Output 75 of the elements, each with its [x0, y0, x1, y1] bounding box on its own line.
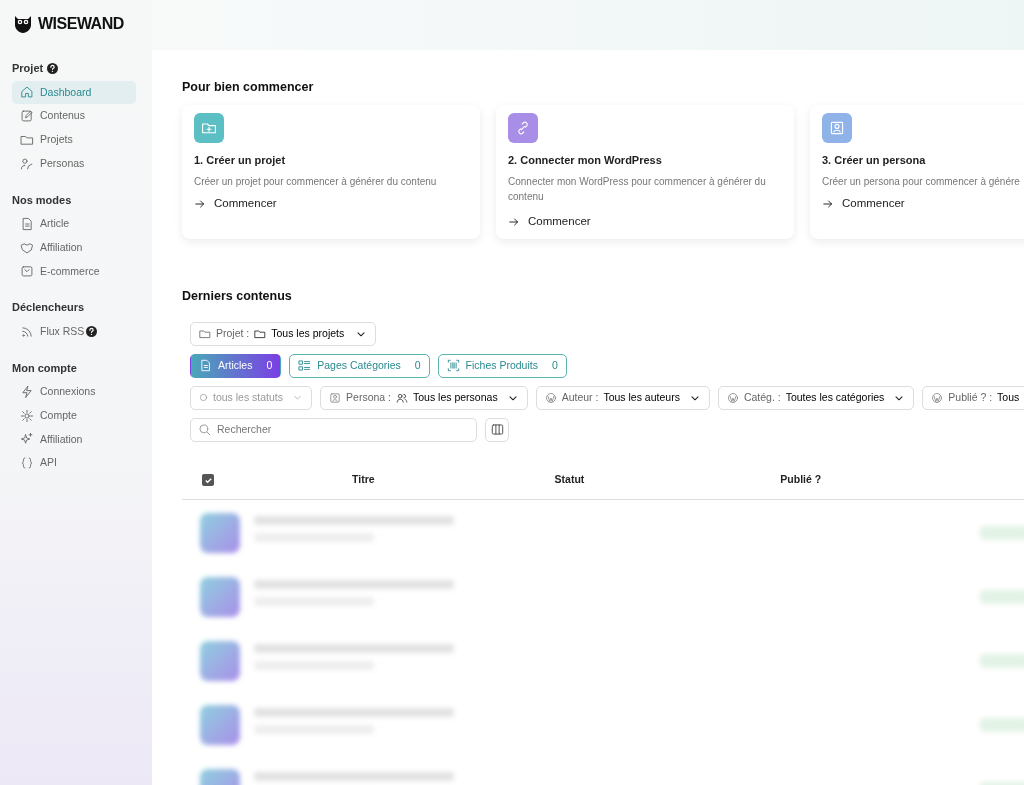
home-icon — [20, 85, 34, 100]
list-icon — [298, 359, 312, 372]
circle-icon — [199, 393, 208, 402]
blurred-thumbnail — [200, 704, 240, 745]
rss-icon — [20, 324, 34, 339]
content-type-tab[interactable]: Articles 0 — [190, 353, 282, 378]
blurred-thumbnail — [200, 640, 240, 681]
sidebar-item[interactable]: Compte — [12, 403, 136, 428]
section-title: Mon compte — [12, 360, 77, 376]
brand-name: WISEWAND — [38, 14, 124, 34]
sidebar-item[interactable]: Projets — [12, 128, 136, 152]
sidebar-item[interactable]: Article — [12, 212, 136, 236]
column-header: Titre — [352, 472, 375, 488]
card-title: 3. Créer un persona — [822, 152, 927, 168]
arrow-icon — [508, 215, 520, 228]
column-header: Statut — [554, 472, 585, 488]
project-select[interactable]: Projet : Tous les projets — [190, 321, 377, 346]
blurred-thumbnail — [200, 576, 240, 617]
people-icon — [396, 391, 408, 404]
portrait-icon — [329, 391, 342, 404]
arrow-icon — [194, 197, 206, 210]
sidebar-item[interactable]: Dashboard — [12, 80, 136, 105]
filter-select[interactable]: tous les statuts — [190, 385, 313, 410]
filter-select[interactable]: Publié ? : Tous — [922, 385, 1024, 410]
columns-button[interactable] — [485, 417, 509, 442]
card-description: Créer un persona pour commencer à génére — [822, 175, 1021, 190]
link-icon — [515, 119, 531, 136]
sidebar-item[interactable]: E-commerce — [12, 259, 136, 284]
select-all-checkbox[interactable] — [202, 474, 214, 486]
start-link[interactable]: Commencer — [194, 195, 277, 213]
blurred-status-badge — [980, 717, 1024, 732]
document-icon — [20, 216, 34, 231]
blurred-thumbnail — [200, 512, 240, 553]
bolt-icon — [20, 384, 34, 399]
sidebar-item[interactable]: Affiliation — [12, 427, 136, 452]
owl-logo-icon — [12, 15, 34, 33]
start-link[interactable]: Commencer — [822, 195, 905, 213]
braces-icon — [20, 456, 34, 471]
settings-icon — [20, 408, 34, 423]
sidebar-item[interactable]: Affiliation — [12, 235, 136, 260]
section-title: Projet — [12, 61, 44, 76]
card-title: 1. Créer un projet — [194, 152, 287, 168]
sparkle-icon — [20, 432, 34, 447]
column-header: Publié ? — [780, 472, 822, 488]
sidebar-item[interactable]: Contenus — [12, 104, 136, 128]
section-title: Déclencheurs — [12, 300, 85, 316]
section-heading: Pour bien commencer — [182, 79, 315, 96]
sidebar-item[interactable]: Connexions — [12, 380, 136, 404]
folder-icon — [254, 327, 267, 340]
filter-select[interactable]: Catég. : Toutes les catégories — [717, 385, 915, 410]
section-title: Nos modes — [12, 192, 72, 208]
section-heading: Derniers contenus — [182, 287, 293, 305]
document-icon — [199, 359, 212, 372]
sidebar-item[interactable]: Personas — [12, 151, 136, 176]
blurred-status-badge — [980, 525, 1024, 540]
sidebar-item[interactable]: Flux RSS — [12, 319, 136, 344]
blurred-status-badge — [980, 653, 1024, 668]
filter-select[interactable]: Auteur : Tous les auteurs — [535, 385, 710, 410]
columns-icon — [490, 423, 504, 436]
content-type-tab[interactable]: Pages Catégories 0 — [289, 353, 430, 378]
pencil-icon — [20, 109, 34, 124]
people-icon — [20, 156, 34, 171]
search-field[interactable]: Rechercher — [190, 417, 477, 442]
folder-icon — [199, 327, 211, 340]
filter-select[interactable]: Persona : Tous les personas — [320, 385, 528, 410]
sidebar-item[interactable]: API — [12, 451, 136, 475]
blurred-status-badge — [980, 589, 1024, 604]
card-description: Connecter mon WordPress pour commencer à générer du contenu — [508, 175, 767, 205]
content-type-tab[interactable]: Fiches Produits 0 — [437, 353, 567, 378]
arrow-icon — [822, 197, 834, 210]
portrait-icon — [829, 119, 845, 136]
start-link[interactable]: Commencer — [508, 213, 591, 231]
card-title: 2. Connecter mon WordPress — [508, 152, 663, 168]
card-description: Créer un projet pour commencer à générer du contenu — [194, 175, 438, 190]
barcode-icon — [446, 359, 460, 372]
